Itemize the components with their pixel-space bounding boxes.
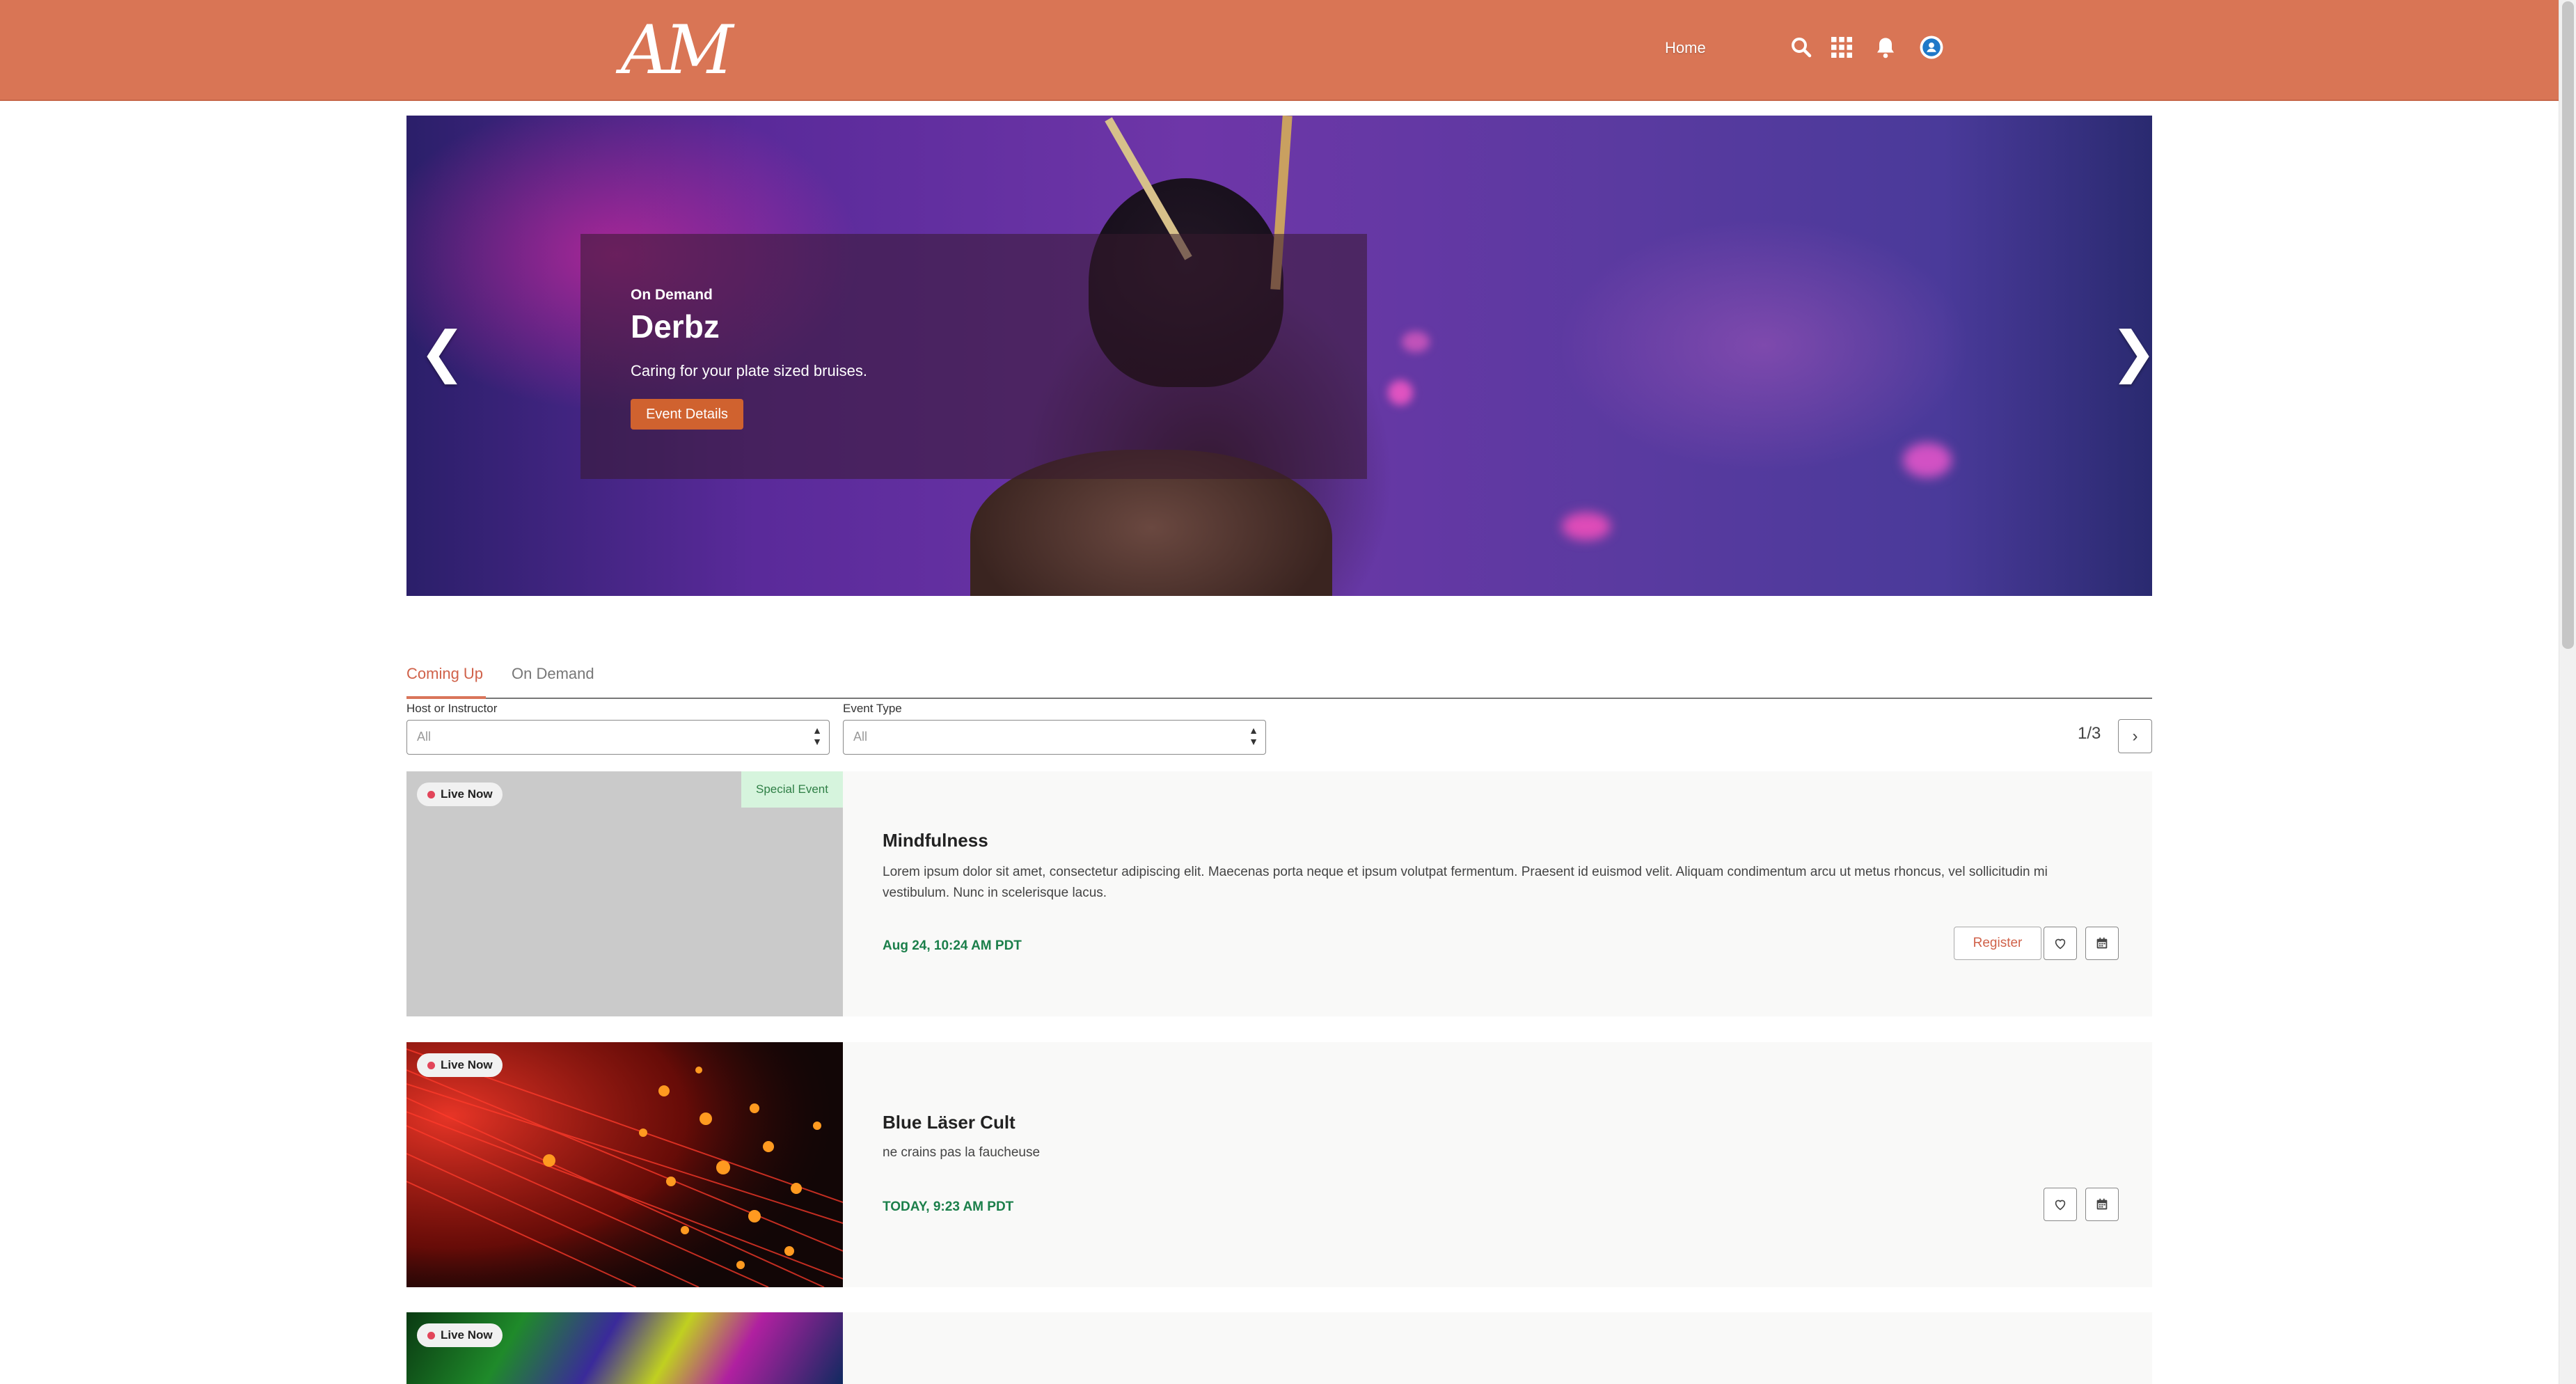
event-description: Lorem ipsum dolor sit amet, consectetur … [883, 865, 2048, 900]
carousel-prev-arrow[interactable]: ❮ [419, 324, 466, 380]
active-tab-indicator [406, 696, 486, 699]
type-filter-value: All [853, 730, 868, 744]
favorite-button[interactable] [2044, 1188, 2077, 1221]
event-description: ne crains pas la faucheuse [883, 1145, 1041, 1160]
app-launcher-icon[interactable] [1829, 35, 1854, 60]
hero-subtitle: Caring for your plate sized bruises. [631, 362, 867, 379]
select-arrows-icon: ▲ ▼ [1249, 725, 1258, 747]
calendar-icon [2096, 937, 2108, 949]
event-card[interactable]: Live Now [406, 1312, 2152, 1384]
register-button[interactable]: Register [1954, 927, 2041, 960]
special-event-badge: Special Event [741, 771, 843, 808]
event-date: Aug 24, 10:24 AM PDT [883, 938, 1022, 953]
search-icon[interactable] [1789, 35, 1814, 60]
hero-category: On Demand [631, 287, 713, 303]
host-filter-value: All [417, 730, 432, 744]
page-scrollbar[interactable] [2559, 0, 2576, 1384]
event-card[interactable]: Live Now Blue Läser Cult ne crains pas l… [406, 1042, 2152, 1287]
type-filter-select[interactable]: All ▲ ▼ [843, 720, 1266, 755]
hero-info-card: On Demand Derbz Caring for your plate si… [580, 234, 1367, 479]
pagination-indicator: 1/3 [2078, 724, 2101, 743]
event-date: TODAY, 9:23 AM PDT [883, 1200, 1014, 1214]
brand-logo[interactable]: AM [621, 15, 753, 85]
calendar-icon [2096, 1198, 2108, 1210]
event-tabs: Coming Up On Demand [406, 661, 2152, 699]
event-thumbnail: Live Now Special Event [406, 771, 843, 1016]
heart-icon [2055, 938, 2066, 950]
event-title[interactable]: Mindfulness [883, 830, 988, 851]
nav-home-link[interactable]: Home [1665, 39, 1706, 57]
event-details: Blue Läser Cult ne crains pas la faucheu… [843, 1042, 2152, 1287]
event-details-button[interactable]: Event Details [631, 399, 743, 430]
event-title[interactable]: Blue Läser Cult [883, 1112, 1016, 1133]
event-thumbnail: Live Now [406, 1042, 843, 1287]
live-now-label: Live Now [441, 1328, 493, 1342]
top-header: AM Home [0, 0, 2559, 101]
select-arrows-icon: ▲ ▼ [812, 725, 822, 747]
pagination-next-button[interactable]: › [2118, 719, 2152, 753]
carousel-next-arrow[interactable]: ❯ [2110, 324, 2152, 380]
user-avatar-icon[interactable] [1919, 35, 1944, 60]
favorite-button[interactable] [2044, 927, 2077, 960]
notifications-icon[interactable] [1873, 35, 1898, 60]
add-to-calendar-button[interactable] [2085, 1188, 2119, 1221]
hero-title: Derbz [631, 308, 720, 345]
live-now-label: Live Now [441, 1058, 493, 1071]
host-filter-select[interactable]: All ▲ ▼ [406, 720, 830, 755]
host-filter-label: Host or Instructor [406, 702, 498, 715]
live-dot-icon [427, 1332, 435, 1339]
type-filter-label: Event Type [843, 702, 902, 715]
scrollbar-thumb[interactable] [2562, 1, 2574, 649]
live-now-badge: Live Now [417, 1053, 503, 1077]
hero-banner: On Demand Derbz Caring for your plate si… [406, 116, 2152, 596]
chevron-right-icon: › [2132, 726, 2138, 746]
live-now-badge: Live Now [417, 1323, 503, 1347]
add-to-calendar-button[interactable] [2085, 927, 2119, 960]
live-now-label: Live Now [441, 787, 493, 801]
live-dot-icon [427, 1062, 435, 1069]
live-dot-icon [427, 791, 435, 799]
tab-coming-up[interactable]: Coming Up [406, 665, 483, 683]
tab-on-demand[interactable]: On Demand [512, 665, 594, 683]
event-card[interactable]: Live Now Special Event Mindfulness Lorem… [406, 771, 2152, 1016]
heart-icon [2055, 1200, 2066, 1211]
event-details: Mindfulness Lorem ipsum dolor sit amet, … [843, 771, 2152, 1016]
live-now-badge: Live Now [417, 783, 503, 806]
event-thumbnail: Live Now [406, 1312, 843, 1384]
laser-photo [406, 1042, 843, 1287]
